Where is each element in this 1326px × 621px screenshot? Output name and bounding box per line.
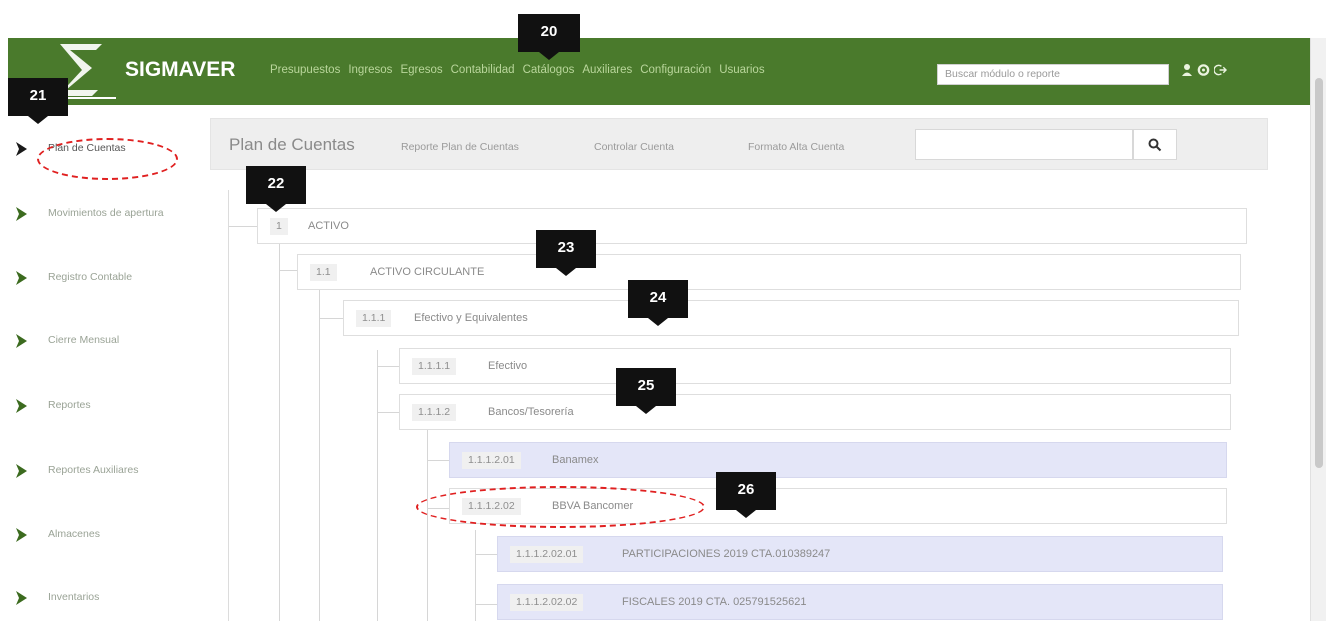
menu-item-ingresos[interactable]: Ingresos [348,64,392,76]
tree-node-code: 1.1.1.2 [412,404,457,421]
menu-item-auxiliares[interactable]: Auxiliares [582,64,632,76]
tree-node-1-1-1-2-02-01[interactable]: 1.1.1.2.02.01 PARTICIPACIONES 2019 CTA.0… [497,536,1223,572]
user-icon[interactable] [1181,63,1193,77]
callout-number: 22 [267,175,285,192]
menu-item-contabilidad[interactable]: Contabilidad [451,64,515,76]
tree-node-label: ACTIVO CIRCULANTE [370,266,485,278]
callout-number: 20 [540,23,558,40]
annotation-ellipse-plan-de-cuentas [37,138,178,180]
app-title: SIGMAVER [125,58,236,81]
module-search-input[interactable]: Buscar módulo o reporte [937,64,1169,85]
controlar-cuenta-link[interactable]: Controlar Cuenta [594,141,674,153]
callout-26: 26 [716,472,776,518]
main-menu: Presupuestos Ingresos Egresos Contabilid… [270,64,765,76]
menu-item-usuarios[interactable]: Usuarios [719,64,764,76]
tree-node-code: 1 [270,218,288,235]
tree-node-1-1-1-2-01[interactable]: 1.1.1.2.01 Banamex [449,442,1227,478]
tree-node-label: Banamex [552,454,599,466]
tree-node-1-1-1-2[interactable]: 1.1.1.2 Bancos/Tesorería [399,394,1231,430]
tree-node-code: 1.1.1 [356,310,392,327]
tree-node-1-1-1-2-02-02[interactable]: 1.1.1.2.02.02 FISCALES 2019 CTA. 0257915… [497,584,1223,620]
tree-node-label: FISCALES 2019 CTA. 025791525621 [622,596,807,608]
menu-item-catalogos[interactable]: Catálogos [523,64,575,76]
tree-node-label: Efectivo y Equivalentes [414,312,528,324]
accounts-toolbar: Plan de Cuentas Reporte Plan de Cuentas … [210,118,1268,170]
tree-node-label: Bancos/Tesorería [488,406,574,418]
tree-node-code: 1.1.1.2.02.02 [510,594,584,611]
sidebar-item-movimientos-de-apertura[interactable]: Movimientos de apertura [8,193,208,233]
logout-icon[interactable] [1214,63,1227,77]
sidebar-item-label: Movimientos de apertura [48,207,164,219]
tree-node-1-1-1[interactable]: 1.1.1 Efectivo y Equivalentes [343,300,1239,336]
callout-number: 25 [637,377,655,394]
menu-item-configuracion[interactable]: Configuración [640,64,711,76]
tree-node-code: 1.1 [310,264,337,281]
chevron-right-icon [16,464,27,478]
page-scrollbar[interactable] [1310,38,1326,621]
sidebar-item-label: Cierre Mensual [48,334,120,346]
annotation-ellipse-bbva [416,486,705,528]
tree-node-code: 1.1.1.2.02.01 [510,546,584,563]
sidebar-item-label: Reportes Auxiliares [48,464,139,476]
chevron-right-icon [16,334,27,348]
sidebar-item-inventarios[interactable]: Inventarios [8,577,208,617]
settings-icon[interactable] [1197,63,1210,77]
chevron-right-icon [16,207,27,221]
callout-20: 20 [518,14,580,60]
callout-number: 21 [29,87,47,104]
callout-22: 22 [246,166,306,212]
chevron-right-icon [16,591,27,605]
sidebar: Plan de Cuentas Movimientos de apertura … [8,105,208,621]
sidebar-item-label: Registro Contable [48,271,133,283]
sidebar-item-label: Inventarios [48,591,100,603]
chevron-right-icon [16,399,27,413]
page-title: Plan de Cuentas [229,135,355,154]
tree-node-code: 1.1.1.1 [412,358,457,375]
tree-node-1-1[interactable]: 1.1 ACTIVO CIRCULANTE [297,254,1241,290]
menu-item-egresos[interactable]: Egresos [400,64,442,76]
account-tree: 1 ACTIVO 1.1 ACTIVO CIRCULANTE 1.1.1 Efe… [228,190,1268,621]
top-navbar: SIGMAVER Presupuestos Ingresos Egresos C… [8,38,1310,105]
sidebar-item-label: Almacenes [48,528,100,540]
reporte-plan-de-cuentas-link[interactable]: Reporte Plan de Cuentas [401,141,519,153]
sidebar-item-reportes[interactable]: Reportes [8,385,208,425]
tree-node-code: 1.1.1.2.01 [462,452,521,469]
formato-alta-cuenta-link[interactable]: Formato Alta Cuenta [748,141,844,153]
menu-item-presupuestos[interactable]: Presupuestos [270,64,340,76]
chevron-right-icon [16,142,27,156]
search-icon [1148,138,1162,152]
scrollbar-thumb[interactable] [1315,78,1323,468]
sidebar-item-label: Reportes [48,399,91,411]
tree-node-label: ACTIVO [308,220,349,232]
callout-24: 24 [628,280,688,326]
callout-21: 21 [8,78,68,124]
tree-node-label: PARTICIPACIONES 2019 CTA.010389247 [622,548,831,560]
chevron-right-icon [16,271,27,285]
callout-25: 25 [616,368,676,414]
account-search-button[interactable] [1133,129,1177,160]
sidebar-item-almacenes[interactable]: Almacenes [8,514,208,554]
sidebar-item-cierre-mensual[interactable]: Cierre Mensual [8,320,208,360]
app-root: { "app": { "title": "SIGMAVER" }, "topba… [0,0,1326,621]
callout-number: 24 [649,289,667,306]
tree-node-1-1-1-1[interactable]: 1.1.1.1 Efectivo [399,348,1231,384]
user-tools [1181,63,1227,77]
sidebar-item-reportes-auxiliares[interactable]: Reportes Auxiliares [8,450,208,490]
tree-node-label: Efectivo [488,360,528,372]
sidebar-item-registro-contable[interactable]: Registro Contable [8,257,208,297]
callout-23: 23 [536,230,596,276]
callout-number: 26 [737,481,755,498]
chevron-right-icon [16,528,27,542]
tree-node-1[interactable]: 1 ACTIVO [257,208,1247,244]
callout-number: 23 [557,239,575,256]
account-search-input[interactable] [915,129,1133,160]
